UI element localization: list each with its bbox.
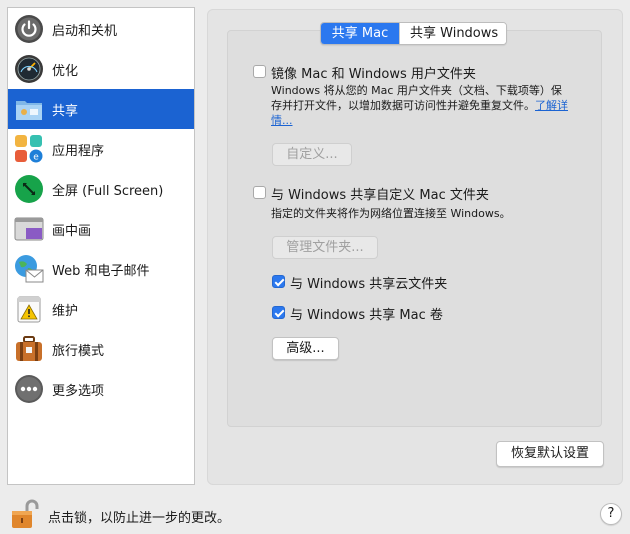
share-custom-folders-label: 与 Windows 共享自定义 Mac 文件夹 [271,188,489,203]
power-icon [13,13,45,45]
sidebar-item-label: 共享 [52,103,79,119]
share-mac-volumes-label: 与 Windows 共享 Mac 卷 [290,308,443,323]
mirror-folders-desc-text: Windows 将从您的 Mac 用户文件夹（文档、下载项等）保存并打开文件，以… [271,84,562,112]
share-tabs: 共享 Mac 共享 Windows [320,22,507,45]
sidebar-item-label: 维护 [52,303,79,319]
sidebar-item-fullscreen[interactable]: 全屏 (Full Screen) [8,169,194,209]
shared-folder-icon [13,93,45,125]
sidebar-item-label: 启动和关机 [52,23,118,39]
sidebar-item-travel-mode[interactable]: 旅行模式 [8,329,194,369]
sidebar-item-label: 更多选项 [52,383,105,399]
sidebar-item-pip[interactable]: 画中画 [8,209,194,249]
customize-button[interactable]: 自定义... [272,143,352,166]
manage-folders-button[interactable]: 管理文件夹... [272,236,378,259]
web-mail-icon [13,253,45,285]
more-options-icon [13,373,45,405]
sidebar-item-label: 应用程序 [52,143,105,159]
share-custom-folders-checkbox[interactable] [253,186,266,199]
share-cloud-folders-checkbox[interactable] [272,275,285,288]
sidebar-item-web-email[interactable]: Web 和电子邮件 [8,249,194,289]
share-mac-volumes-checkbox[interactable] [272,306,285,319]
share-cloud-folders-label: 与 Windows 共享云文件夹 [290,277,448,292]
sidebar-item-maintenance[interactable]: 维护 [8,289,194,329]
help-button[interactable]: ? [600,503,622,525]
tab-share-windows[interactable]: 共享 Windows [399,23,506,44]
sidebar: 启动和关机 优化 共享 e 应用程序 全屏 (Full Screen) 画中画 [7,7,195,485]
mirror-folders-checkbox[interactable] [253,65,266,78]
sidebar-item-applications[interactable]: e 应用程序 [8,129,194,169]
applications-icon: e [13,133,45,165]
maintenance-icon [13,293,45,325]
tab-share-mac[interactable]: 共享 Mac [321,23,399,44]
sidebar-item-optimization[interactable]: 优化 [8,49,194,89]
sidebar-item-label: 旅行模式 [52,343,105,359]
svg-text:e: e [33,153,39,163]
sidebar-item-label: 优化 [52,63,79,79]
mirror-folders-label: 镜像 Mac 和 Windows 用户文件夹 [271,67,476,82]
restore-defaults-button[interactable]: 恢复默认设置 [496,441,604,467]
lock-status-text: 点击锁，以防止进一步的更改。 [48,511,231,526]
sidebar-item-label: Web 和电子邮件 [52,263,150,279]
lock-icon[interactable] [10,498,40,530]
advanced-button[interactable]: 高级... [272,337,339,360]
picture-in-picture-icon [13,213,45,245]
fullscreen-icon [13,173,45,205]
travel-suitcase-icon [13,333,45,365]
share-custom-folders-description: 指定的文件夹将作为网络位置连接至 Windows。 [271,207,511,220]
sidebar-item-more-options[interactable]: 更多选项 [8,369,194,409]
mirror-folders-description: Windows 将从您的 Mac 用户文件夹（文档、下载项等）保存并打开文件，以… [271,83,571,128]
sidebar-item-sharing[interactable]: 共享 [8,89,194,129]
gauge-icon [13,53,45,85]
sidebar-item-label: 全屏 (Full Screen) [52,183,164,199]
sidebar-item-startup-shutdown[interactable]: 启动和关机 [8,9,194,49]
sidebar-item-label: 画中画 [52,223,92,239]
